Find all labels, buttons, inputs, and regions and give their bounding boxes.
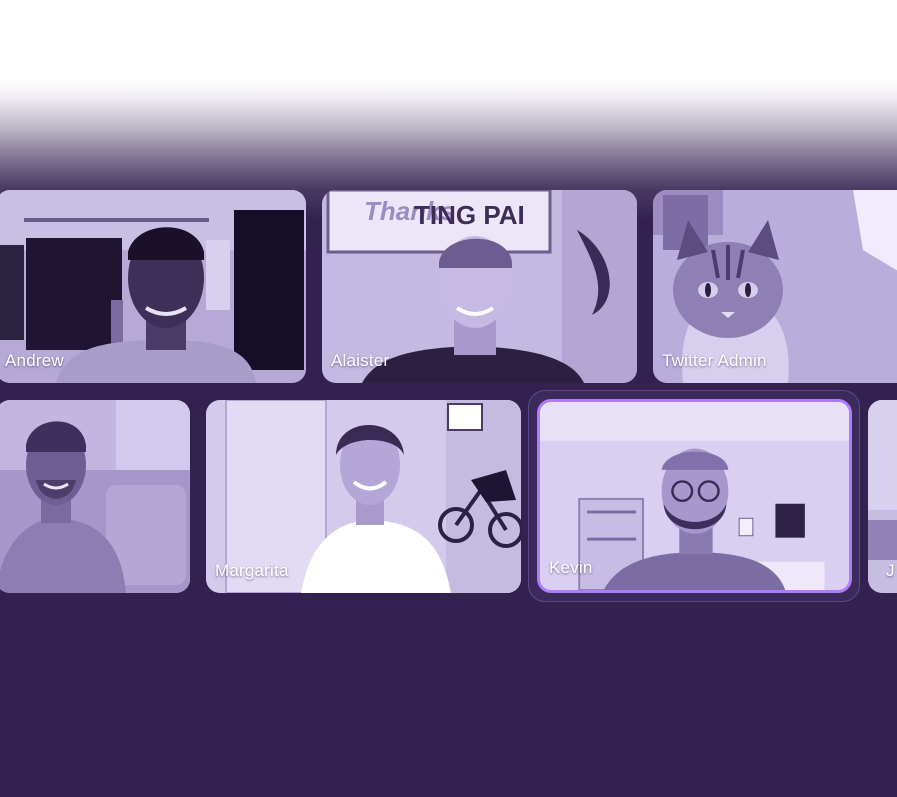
poster-text: TING PAI [414, 200, 525, 230]
participant-name: Twitter Admin [662, 351, 767, 370]
participant-tile-kevin[interactable]: Kevin [537, 399, 852, 593]
video-feed [0, 400, 190, 593]
participant-tile-unnamed[interactable] [0, 400, 190, 593]
participant-name: Margarita [215, 561, 289, 580]
participant-tile-twitter-admin[interactable]: Twitter Admin [653, 190, 897, 383]
participant-name: Alaister [331, 351, 390, 370]
participant-tile-j[interactable]: J [868, 400, 897, 593]
participant-name: Andrew [5, 351, 64, 370]
video-call-stage: Andrew Thanks TING PAI Alaister Twitter … [0, 0, 897, 797]
participant-tile-alaister[interactable]: Thanks TING PAI Alaister [322, 190, 637, 383]
participant-name: Kevin [549, 558, 593, 577]
participant-tile-andrew[interactable]: Andrew [0, 190, 306, 383]
participant-tile-margarita[interactable]: Margarita [206, 400, 521, 593]
participant-name: J [886, 561, 895, 580]
